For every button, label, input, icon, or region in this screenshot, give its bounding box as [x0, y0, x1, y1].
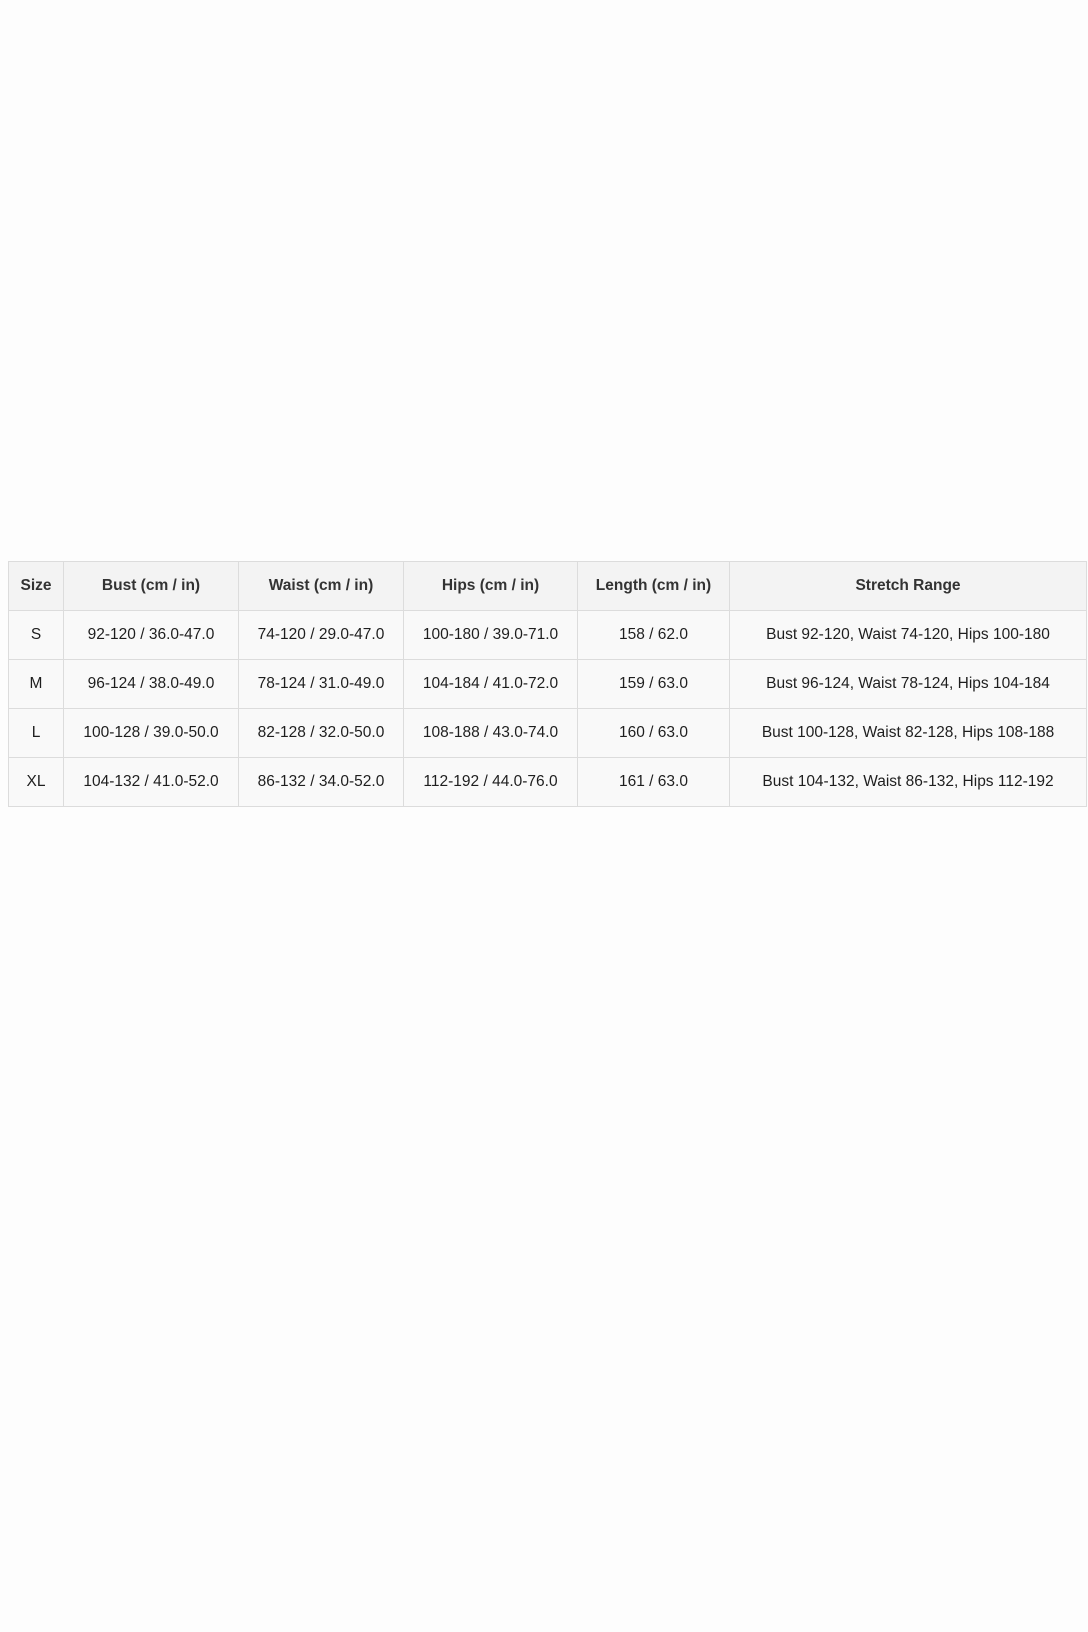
cell-stretch-range: Bust 100-128, Waist 82-128, Hips 108-188 [729, 708, 1087, 758]
table-header: Size Bust (cm / in) Waist (cm / in) Hips… [8, 561, 1087, 611]
cell-waist: 74-120 / 29.0-47.0 [238, 610, 404, 660]
cell-waist: 78-124 / 31.0-49.0 [238, 659, 404, 709]
header-hips: Hips (cm / in) [403, 561, 578, 611]
header-length: Length (cm / in) [577, 561, 730, 611]
cell-waist: 86-132 / 34.0-52.0 [238, 757, 404, 807]
table-row: L 100-128 / 39.0-50.0 82-128 / 32.0-50.0… [8, 708, 1087, 758]
cell-length: 161 / 63.0 [577, 757, 730, 807]
cell-size: S [8, 610, 64, 660]
cell-hips: 108-188 / 43.0-74.0 [403, 708, 578, 758]
header-row: Size Bust (cm / in) Waist (cm / in) Hips… [8, 561, 1087, 611]
cell-length: 159 / 63.0 [577, 659, 730, 709]
cell-bust: 92-120 / 36.0-47.0 [63, 610, 239, 660]
cell-length: 160 / 63.0 [577, 708, 730, 758]
cell-stretch-range: Bust 96-124, Waist 78-124, Hips 104-184 [729, 659, 1087, 709]
cell-bust: 104-132 / 41.0-52.0 [63, 757, 239, 807]
cell-hips: 112-192 / 44.0-76.0 [403, 757, 578, 807]
cell-bust: 96-124 / 38.0-49.0 [63, 659, 239, 709]
table-body: S 92-120 / 36.0-47.0 74-120 / 29.0-47.0 … [8, 610, 1087, 807]
table-row: M 96-124 / 38.0-49.0 78-124 / 31.0-49.0 … [8, 659, 1087, 709]
header-bust: Bust (cm / in) [63, 561, 239, 611]
page: { "size_chart": { "headers": ["Size", "B… [0, 0, 1088, 1632]
cell-stretch-range: Bust 92-120, Waist 74-120, Hips 100-180 [729, 610, 1087, 660]
table-row: XL 104-132 / 41.0-52.0 86-132 / 34.0-52.… [8, 757, 1087, 807]
table-row: S 92-120 / 36.0-47.0 74-120 / 29.0-47.0 … [8, 610, 1087, 660]
header-waist: Waist (cm / in) [238, 561, 404, 611]
cell-size: L [8, 708, 64, 758]
cell-hips: 100-180 / 39.0-71.0 [403, 610, 578, 660]
cell-bust: 100-128 / 39.0-50.0 [63, 708, 239, 758]
cell-hips: 104-184 / 41.0-72.0 [403, 659, 578, 709]
cell-size: M [8, 659, 64, 709]
size-chart-container: Size Bust (cm / in) Waist (cm / in) Hips… [8, 561, 1087, 807]
size-chart-table: Size Bust (cm / in) Waist (cm / in) Hips… [8, 561, 1087, 807]
cell-stretch-range: Bust 104-132, Waist 86-132, Hips 112-192 [729, 757, 1087, 807]
header-size: Size [8, 561, 64, 611]
header-stretch-range: Stretch Range [729, 561, 1087, 611]
cell-length: 158 / 62.0 [577, 610, 730, 660]
cell-waist: 82-128 / 32.0-50.0 [238, 708, 404, 758]
cell-size: XL [8, 757, 64, 807]
